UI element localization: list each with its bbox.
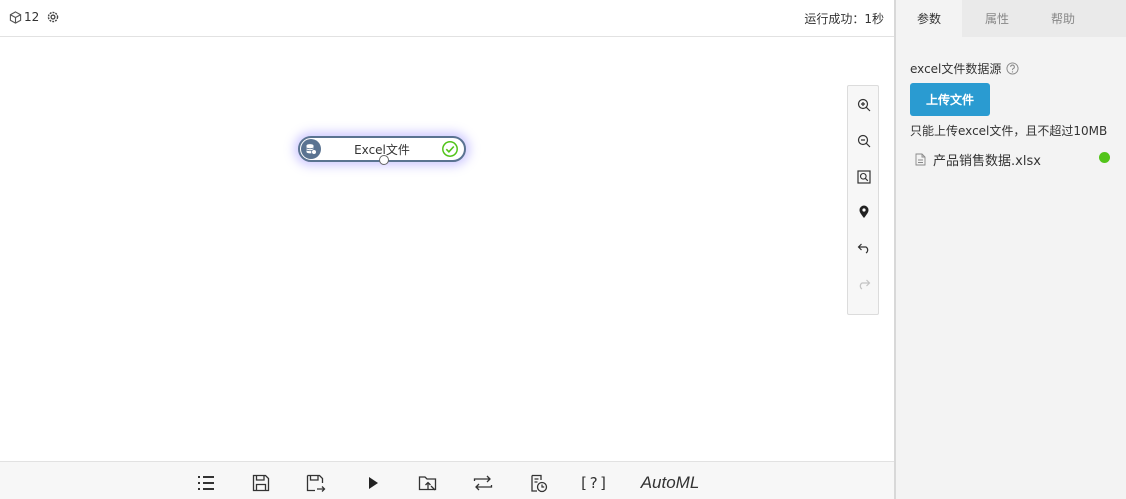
canvas-topbar: 12 运行成功：1秒 [0, 0, 894, 37]
fit-view-button[interactable] [855, 168, 873, 186]
redo-icon [859, 279, 871, 290]
properties-panel: » 参数 属性 帮助 excel文件数据源 上传文件 只能上传excel文件，且… [896, 0, 1126, 499]
tab-help[interactable]: 帮助 [1030, 0, 1096, 37]
run-icon [369, 477, 378, 489]
node-count: 12 [9, 10, 39, 24]
uploaded-file-item[interactable]: 产品销售数据.xlsx [915, 150, 1113, 169]
undo-button[interactable] [855, 239, 873, 257]
excel-source-label-text: excel文件数据源 [910, 62, 1002, 76]
excel-file-node[interactable]: Excel文件 [298, 136, 466, 165]
swap-icon [473, 475, 493, 491]
list-icon [198, 476, 214, 490]
cube-icon [9, 10, 22, 24]
undo-icon [857, 243, 869, 254]
save-as-icon [306, 474, 326, 492]
panel-tabs: » 参数 属性 帮助 [896, 0, 1126, 37]
redo-button[interactable] [855, 275, 873, 293]
locate-button[interactable] [855, 203, 873, 221]
save-button[interactable] [250, 472, 272, 494]
schedule-button[interactable] [527, 472, 549, 494]
fit-view-icon [857, 170, 871, 184]
save-as-button[interactable] [305, 472, 327, 494]
document-icon [915, 153, 926, 165]
tab-params[interactable]: 参数 [896, 0, 962, 37]
check-circle-icon [442, 141, 458, 157]
import-folder-button[interactable] [417, 472, 439, 494]
zoom-in-button[interactable] [855, 96, 873, 114]
bottom-toolbar: [?] AutoML [0, 461, 894, 499]
question-circle-icon[interactable] [1006, 62, 1019, 75]
settings-button[interactable] [45, 9, 61, 25]
file-name: 产品销售数据.xlsx [933, 153, 1041, 169]
database-icon [301, 139, 321, 159]
node-output-port[interactable] [379, 155, 389, 165]
schedule-icon [531, 474, 548, 493]
run-status: 运行成功：1秒 [804, 12, 884, 26]
success-dot-icon [1099, 152, 1110, 163]
import-folder-icon [418, 476, 437, 491]
locate-icon [859, 205, 869, 218]
zoom-out-icon [857, 134, 871, 148]
flow-canvas[interactable]: Excel文件 [0, 38, 894, 461]
excel-source-label: excel文件数据源 [910, 60, 1019, 77]
gear-icon [47, 11, 59, 23]
automl-button[interactable]: AutoML [637, 472, 703, 494]
save-icon [252, 474, 270, 492]
swap-button[interactable] [472, 472, 494, 494]
zoom-toolbar [847, 85, 879, 315]
upload-file-button[interactable]: 上传文件 [910, 83, 990, 116]
zoom-out-button[interactable] [855, 132, 873, 150]
workspace: 12 运行成功：1秒 Excel文件 [?] AutoML [0, 0, 894, 499]
help-button[interactable]: [?] [579, 472, 608, 494]
tab-attributes[interactable]: 属性 [964, 0, 1030, 37]
node-count-value: 12 [24, 10, 40, 24]
run-button[interactable] [363, 472, 383, 494]
zoom-in-icon [857, 98, 871, 112]
upload-hint: 只能上传excel文件，且不超过10MB [910, 124, 1108, 138]
list-button[interactable] [195, 472, 217, 494]
